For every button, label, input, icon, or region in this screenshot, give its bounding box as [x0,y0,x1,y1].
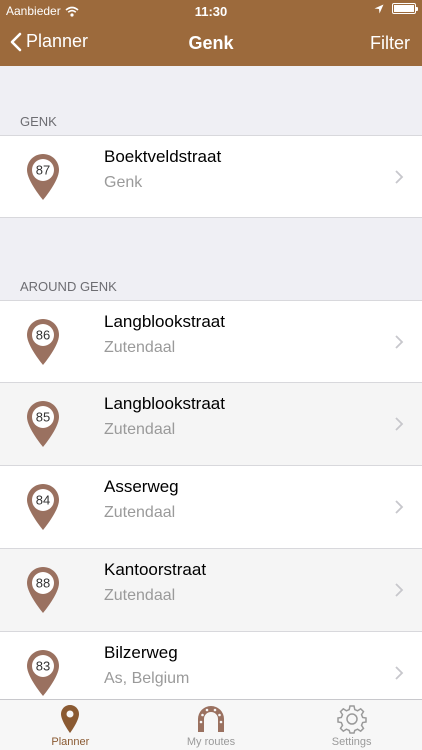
list-item-title: Langblookstraat [104,394,225,413]
pin-number: 87 [36,163,50,178]
navigation-bar: Planner Genk Filter [0,22,422,66]
map-pin-icon [61,705,80,733]
list-item-subtitle: As, Belgium [104,670,190,687]
pin-number: 88 [36,576,50,591]
chevron-right-icon [395,666,404,680]
list-item-subtitle: Zutendaal [104,587,176,604]
list-item[interactable]: 85 Langblookstraat Zutendaal [0,383,422,466]
horseshoe-icon [198,706,224,732]
list-item-title: Langblookstraat [104,312,225,331]
list-item[interactable]: 87 Boektveldstraat Genk [0,135,422,218]
status-bar: Aanbieder 11:30 [0,0,422,22]
map-pin-icon: 85 [27,401,59,447]
list-item-title: Boektveldstraat [104,147,222,166]
filter-button[interactable]: Filter [370,33,410,54]
back-button[interactable]: Planner [10,31,88,52]
tab-label: Planner [51,736,90,748]
list-item-subtitle: Zutendaal [104,504,176,521]
chevron-right-icon [395,583,404,597]
clock: 11:30 [194,4,228,19]
pin-number: 84 [36,493,50,508]
tab-settings[interactable]: Settings [281,700,422,750]
map-pin-icon: 87 [27,154,59,200]
tab-my-routes[interactable]: My routes [141,700,282,750]
location-arrow-icon [374,4,384,13]
map-pin-icon: 84 [27,484,59,530]
chevron-left-icon [10,32,22,51]
chevron-right-icon [395,170,404,184]
pin-number: 85 [36,410,50,425]
tab-label: My routes [186,736,236,748]
tab-planner[interactable]: Planner [0,700,141,750]
chevron-right-icon [395,335,404,349]
section-header-around-genk: AROUND GENK [20,279,117,294]
tab-label: Settings [331,736,372,748]
list-item[interactable]: 84 Asserweg Zutendaal [0,466,422,549]
gear-icon [336,705,367,734]
top-bar: Aanbieder 11:30 Planner Genk Filter [0,0,422,66]
list-item-subtitle: Genk [104,174,143,191]
map-pin-icon: 86 [27,319,59,365]
list-item-subtitle: Zutendaal [104,339,176,356]
map-pin-icon: 83 [27,650,59,696]
back-button-label: Planner [26,31,89,51]
pin-number: 86 [36,328,50,343]
list-item[interactable]: 86 Langblookstraat Zutendaal [0,300,422,383]
section-header-genk: GENK [20,114,57,129]
map-pin-icon: 88 [27,567,59,613]
chevron-right-icon [395,500,404,514]
list-item-title: Bilzerweg [104,643,178,662]
list-item-subtitle: Zutendaal [104,421,176,438]
chevron-right-icon [395,417,404,431]
list-item-title: Kantoorstraat [104,560,207,579]
list-item[interactable]: 83 Bilzerweg As, Belgium [0,632,422,699]
route-list[interactable]: GENK 87 Boektveldstraat Genk AROUND GENK… [0,66,422,699]
list-item-title: Asserweg [104,477,179,496]
tab-bar: Planner My routes Settings [0,699,422,750]
battery-icon [392,3,418,14]
list-item[interactable]: 88 Kantoorstraat Zutendaal [0,549,422,632]
pin-number: 83 [36,659,50,674]
